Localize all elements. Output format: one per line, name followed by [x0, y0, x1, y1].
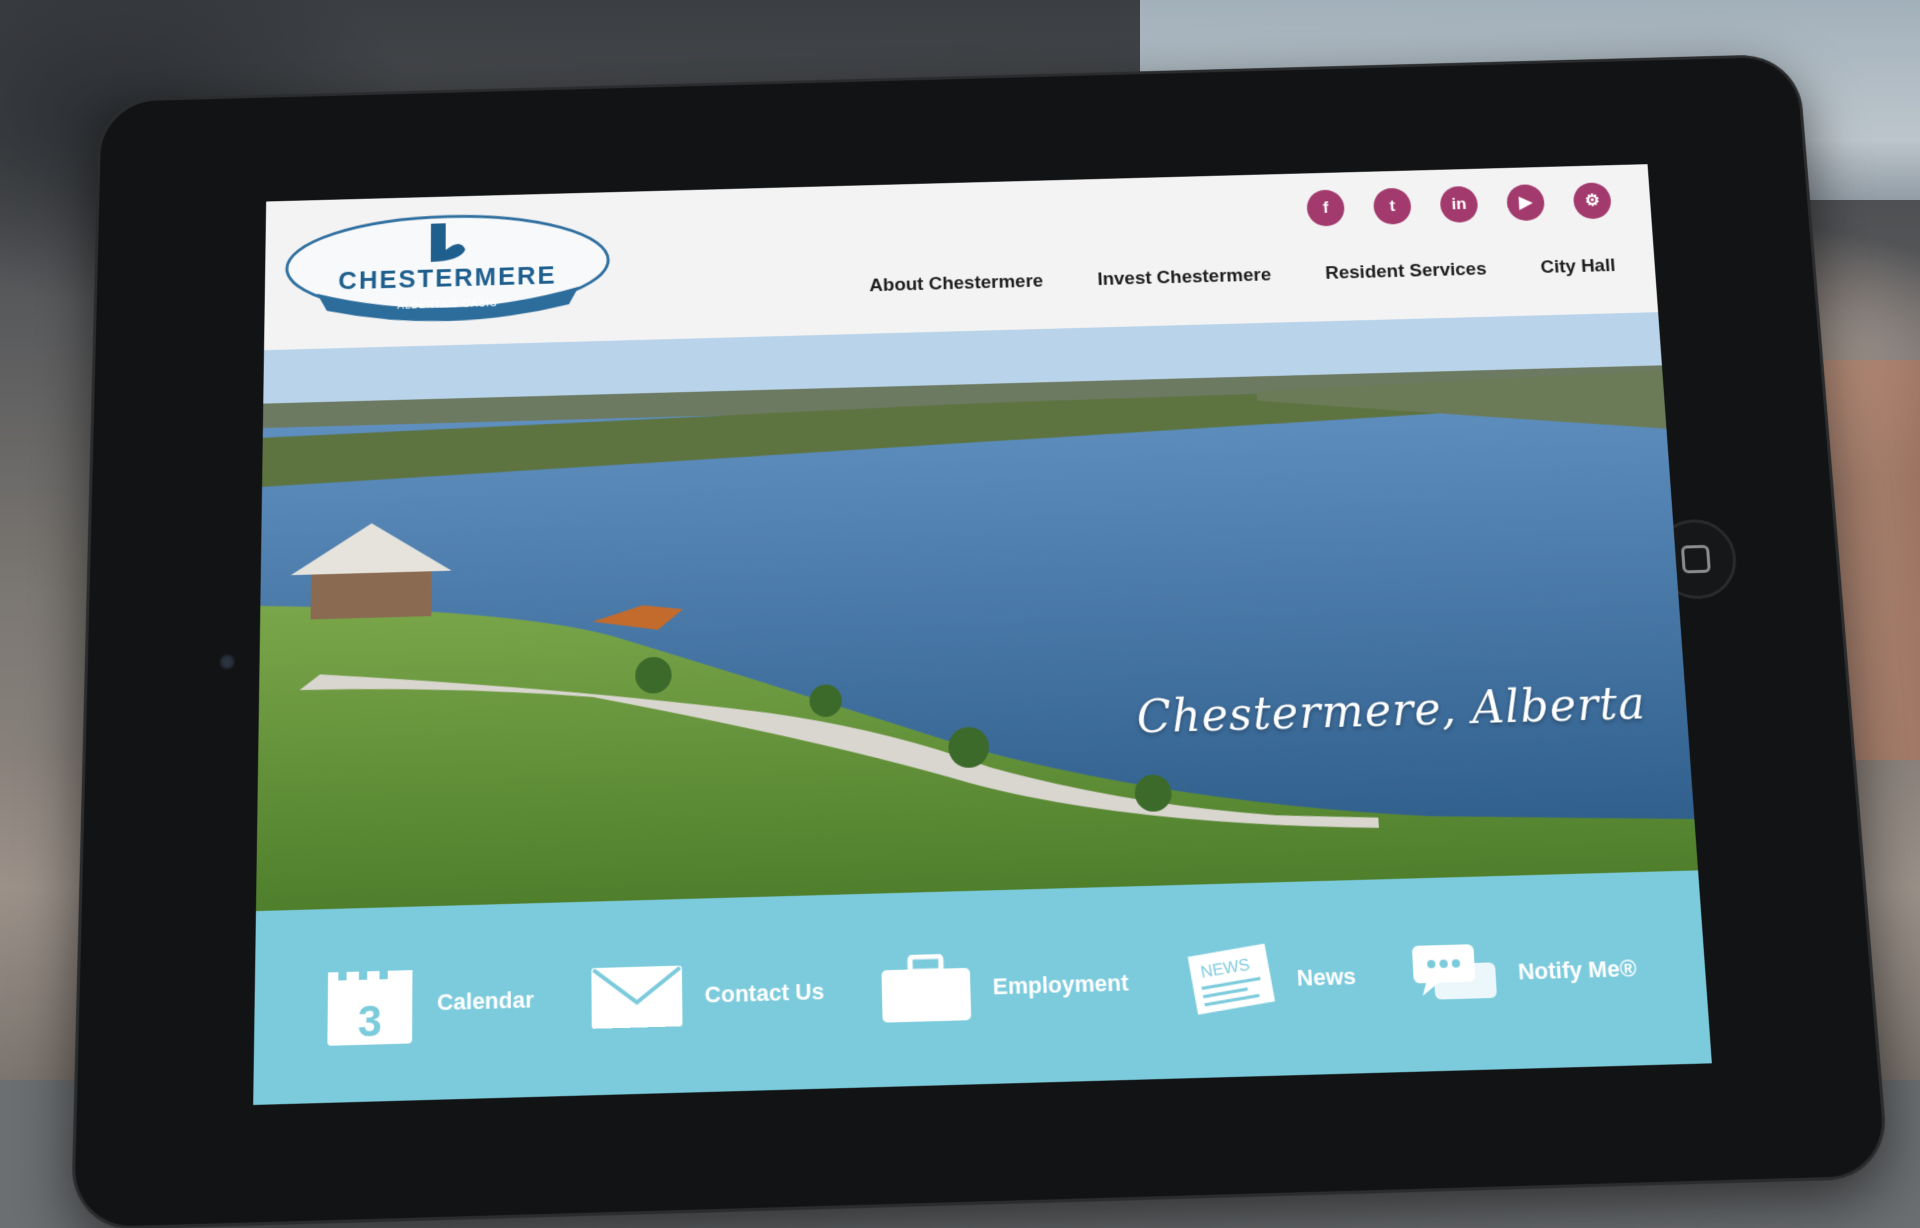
calendar-link[interactable]: 3 Calendar — [323, 956, 534, 1050]
briefcase-icon — [879, 953, 973, 1025]
linkedin-icon[interactable]: in — [1439, 186, 1478, 223]
home-square-icon — [1681, 545, 1711, 574]
news-link[interactable]: NEWS News — [1182, 940, 1357, 1018]
settings-icon[interactable]: ⚙ — [1572, 182, 1612, 219]
chestermere-logo[interactable]: CHESTERMERE ALBERTA'S OASIS — [282, 207, 613, 327]
employment-link[interactable]: Employment — [879, 948, 1130, 1024]
youtube-icon[interactable]: ▶ — [1506, 184, 1546, 221]
facebook-icon[interactable]: f — [1306, 189, 1345, 226]
notify-link[interactable]: Notify Me® — [1409, 937, 1638, 1006]
main-nav: About Chestermere Invest Chestermere Res… — [869, 256, 1616, 297]
newspaper-icon: NEWS — [1182, 942, 1278, 1018]
browser-screen: CHESTERMERE ALBERTA'S OASIS f t in ▶ ⚙ A… — [253, 164, 1712, 1105]
hero-banner: Chestermere, Alberta — [256, 312, 1698, 911]
news-label: News — [1296, 963, 1356, 992]
notify-label: Notify Me® — [1517, 955, 1637, 985]
calendar-day: 3 — [358, 996, 382, 1046]
contact-label: Contact Us — [705, 978, 825, 1009]
quick-links-bar: 3 Calendar Contact Us Employment NEWS Ne… — [253, 870, 1712, 1105]
nav-resident-services[interactable]: Resident Services — [1325, 259, 1487, 284]
envelope-icon — [589, 963, 684, 1031]
social-links: f t in ▶ ⚙ — [1306, 182, 1612, 226]
nav-about[interactable]: About Chestermere — [869, 271, 1043, 297]
chat-bubbles-icon — [1409, 941, 1499, 1006]
front-camera — [219, 654, 235, 671]
nav-city-hall[interactable]: City Hall — [1540, 256, 1616, 279]
nav-invest[interactable]: Invest Chestermere — [1097, 265, 1272, 291]
employment-label: Employment — [992, 969, 1129, 1000]
calendar-label: Calendar — [437, 986, 534, 1016]
contact-link[interactable]: Contact Us — [589, 959, 825, 1031]
tablet-device: CHESTERMERE ALBERTA'S OASIS f t in ▶ ⚙ A… — [74, 57, 1887, 1228]
lake-photo — [256, 312, 1698, 911]
calendar-icon: 3 — [323, 959, 416, 1050]
twitter-icon[interactable]: t — [1373, 188, 1412, 225]
